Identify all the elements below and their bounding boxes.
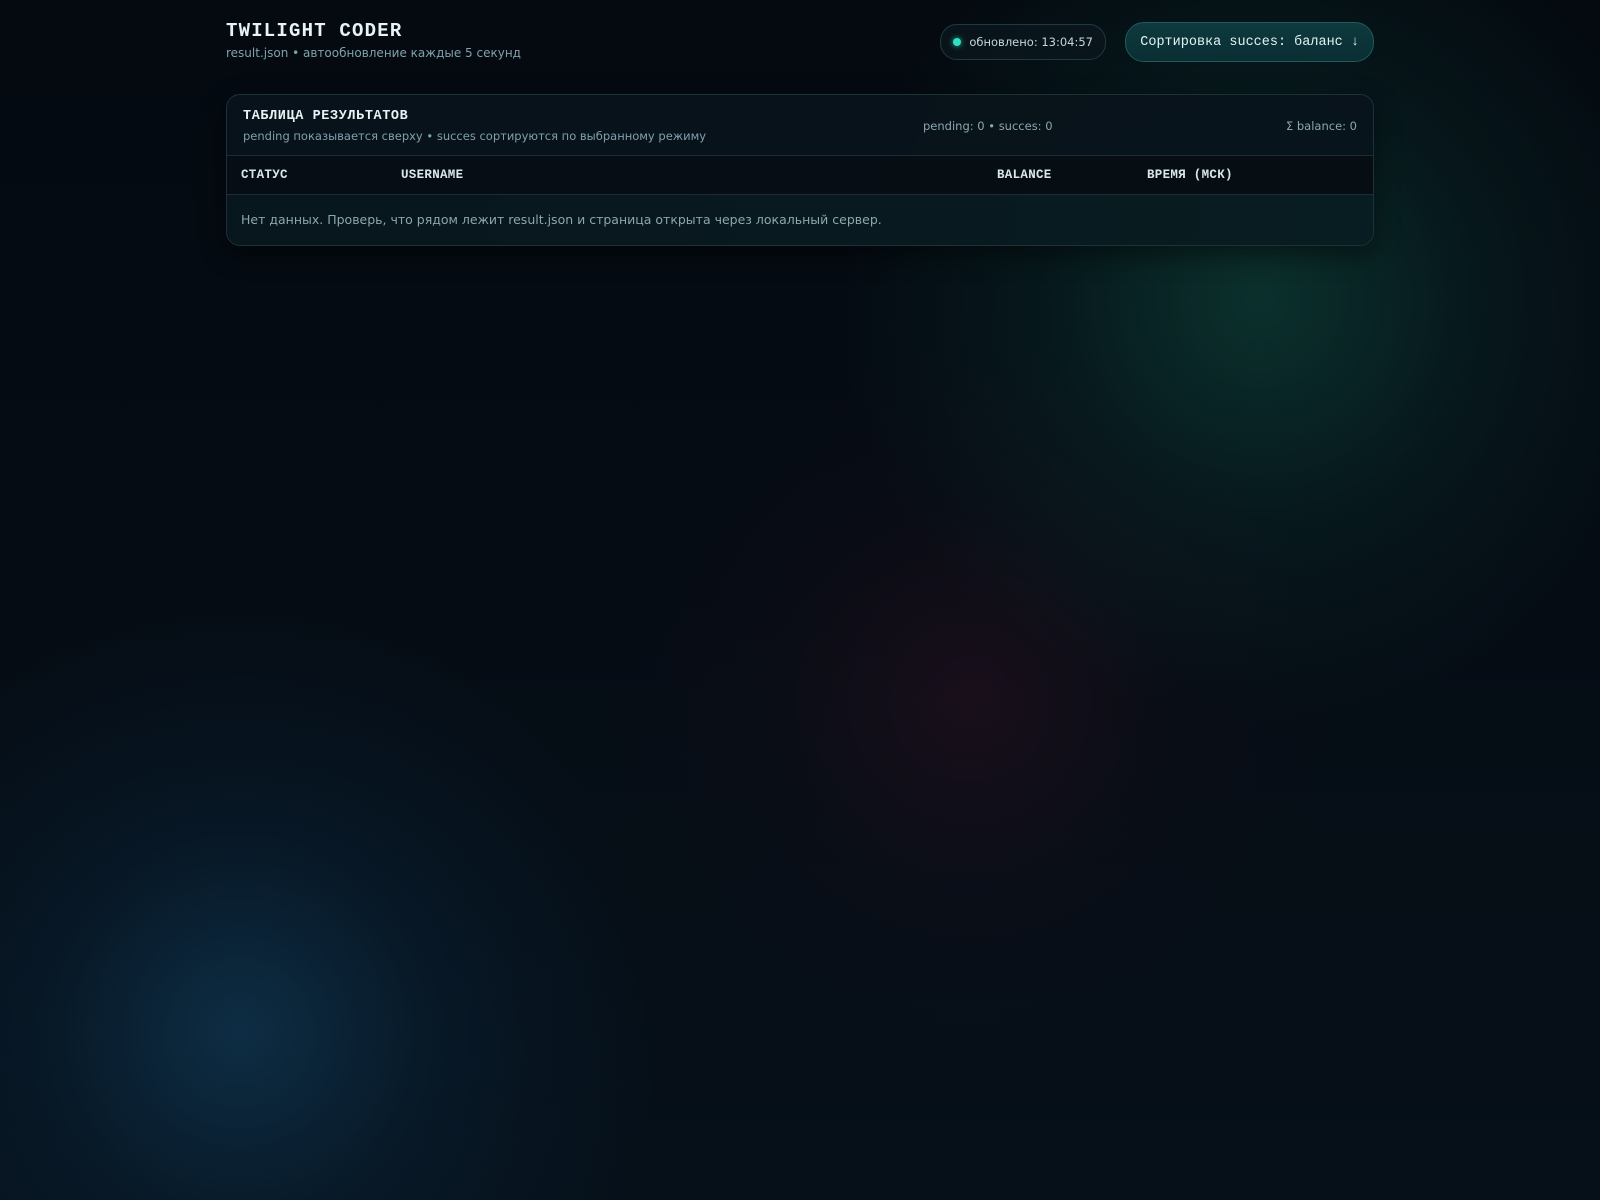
table-header: СТАТУС USERNAME BALANCE ВРЕМЯ (МСК)	[227, 156, 1373, 195]
app-title: TWILIGHT CODER	[226, 20, 403, 42]
updated-time-text: обновлено: 13:04:57	[969, 35, 1093, 49]
results-panel: ТАБЛИЦА РЕЗУЛЬТАТОВ pending показывается…	[226, 94, 1374, 246]
empty-state-message: Нет данных. Проверь, что рядом лежит res…	[241, 212, 882, 227]
page-header: TWILIGHT CODER result.json • автообновле…	[226, 20, 1374, 76]
panel-header: ТАБЛИЦА РЕЗУЛЬТАТОВ pending показывается…	[227, 95, 1373, 156]
column-status: СТАТУС	[241, 168, 288, 182]
sort-button[interactable]: Сортировка succes: баланс ↓	[1125, 22, 1374, 62]
app-subtitle: result.json • автообновление каждые 5 се…	[226, 46, 521, 60]
empty-state-row: Нет данных. Проверь, что рядом лежит res…	[227, 195, 1373, 245]
column-time: ВРЕМЯ (МСК)	[1147, 168, 1233, 182]
panel-title: ТАБЛИЦА РЕЗУЛЬТАТОВ	[243, 109, 409, 124]
status-counts: pending: 0 • succes: 0	[923, 119, 1053, 133]
status-dot-icon	[953, 38, 962, 46]
balance-sum: Σ balance: 0	[1285, 119, 1357, 133]
panel-subtitle: pending показывается сверху • succes сор…	[243, 129, 707, 143]
updated-status-pill: обновлено: 13:04:57	[940, 24, 1106, 60]
page-container: TWILIGHT CODER result.json • автообновле…	[226, 20, 1374, 246]
column-balance: BALANCE	[997, 168, 1052, 182]
column-username: USERNAME	[401, 168, 464, 182]
